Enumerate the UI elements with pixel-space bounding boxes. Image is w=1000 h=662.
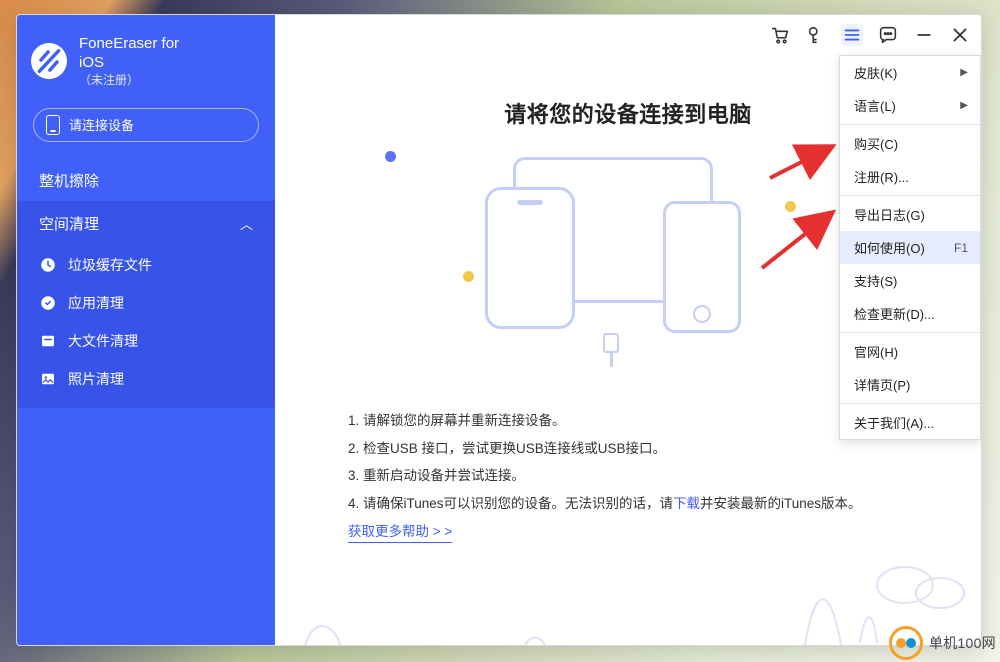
app-title-line1: FoneEraser for — [79, 35, 179, 54]
minimize-button[interactable] — [913, 24, 935, 46]
main-menu-dropdown: 皮肤(K) ▶ 语言(L) ▶ 购买(C) 注册(R)... 导出日志(G) 如何使用(O) F… — [839, 55, 981, 440]
menu-separator — [840, 403, 980, 404]
cart-icon[interactable] — [769, 24, 791, 46]
menu-item[interactable]: 语言(L) ▶ — [840, 89, 980, 122]
phone-outline — [663, 201, 741, 333]
menu-icon[interactable] — [841, 24, 863, 46]
sidebar-section-clean-label: 空间清理 — [39, 213, 99, 234]
menu-item-label: 检查更新(D)... — [854, 304, 935, 323]
app-reg-status: （未注册） — [79, 73, 179, 88]
sidebar-section-erase[interactable]: 整机擦除 — [17, 160, 275, 201]
troubleshoot-steps: 1. 请解锁您的屏幕并重新连接设备。 2. 检查USB 接口，尝试更换USB连接… — [348, 407, 908, 545]
more-help-link[interactable]: 获取更多帮助 > > — [348, 523, 452, 543]
menu-item[interactable]: 导出日志(G) — [840, 198, 980, 231]
menu-item[interactable]: 官网(H) — [840, 335, 980, 368]
device-illustration — [433, 153, 823, 363]
feedback-icon[interactable] — [877, 24, 899, 46]
app-logo-row: FoneEraser for iOS （未注册） — [17, 27, 275, 102]
decorative-dot — [785, 201, 796, 212]
menu-item[interactable]: 详情页(P) — [840, 368, 980, 401]
step-2: 2. 检查USB 接口，尝试更换USB连接线或USB接口。 — [348, 435, 908, 463]
chevron-up-icon: ︿ — [240, 214, 253, 233]
menu-item-label: 购买(C) — [854, 134, 898, 153]
menu-item[interactable]: 注册(R)... — [840, 160, 980, 193]
photo-icon — [39, 370, 57, 388]
menu-item[interactable]: 支持(S) — [840, 264, 980, 297]
menu-item-label: 导出日志(G) — [854, 205, 925, 224]
step-1: 1. 请解锁您的屏幕并重新连接设备。 — [348, 407, 908, 435]
sidebar-item-label: 垃圾缓存文件 — [68, 255, 152, 275]
menu-item-label: 注册(R)... — [854, 167, 909, 186]
menu-separator — [840, 124, 980, 125]
menu-item[interactable]: 如何使用(O) F1 — [840, 231, 980, 264]
cable-icon — [593, 333, 629, 365]
menu-separator — [840, 195, 980, 196]
submenu-arrow-icon: ▶ — [960, 67, 968, 78]
sidebar-item-app-clean[interactable]: 应用清理 — [17, 284, 275, 322]
menu-item-label: 皮肤(K) — [854, 63, 897, 82]
submenu-arrow-icon: ▶ — [960, 100, 968, 111]
menu-item[interactable]: 皮肤(K) ▶ — [840, 56, 980, 89]
menu-item-label: 如何使用(O) — [854, 238, 925, 257]
menu-item-shortcut: F1 — [944, 241, 968, 255]
decorative-dot — [385, 151, 396, 162]
sidebar-item-label: 照片清理 — [68, 369, 124, 389]
sidebar: FoneEraser for iOS （未注册） 请连接设备 整机擦除 空间清理… — [17, 15, 275, 645]
app-title-block: FoneEraser for iOS （未注册） — [79, 35, 179, 88]
sidebar-clean-items: 垃圾缓存文件 应用清理 大文件清理 — [17, 246, 275, 408]
watermark-logo-icon — [889, 626, 923, 660]
watermark-text: 单机100网 — [929, 633, 996, 653]
menu-item-label: 语言(L) — [854, 96, 896, 115]
clock-icon — [39, 256, 57, 274]
app-title-line2: iOS — [79, 54, 179, 73]
connect-device-button[interactable]: 请连接设备 — [33, 108, 259, 142]
menu-item[interactable]: 关于我们(A)... — [840, 406, 980, 439]
menu-separator — [840, 332, 980, 333]
sidebar-item-label: 大文件清理 — [68, 331, 138, 351]
menu-item-label: 支持(S) — [854, 271, 897, 290]
sidebar-section-clean-header[interactable]: 空间清理 ︿ — [17, 201, 275, 246]
file-box-icon — [39, 332, 57, 350]
key-icon[interactable] — [805, 24, 827, 46]
sidebar-item-junk[interactable]: 垃圾缓存文件 — [17, 246, 275, 284]
menu-item[interactable]: 检查更新(D)... — [840, 297, 980, 330]
menu-item-label: 详情页(P) — [854, 375, 910, 394]
watermark: 单机100网 — [889, 626, 996, 660]
phone-outline — [485, 187, 575, 329]
step-4: 4. 请确保iTunes可以识别您的设备。无法识别的话，请下载并安装最新的iTu… — [348, 490, 908, 518]
step-3: 3. 重新启动设备并尝试连接。 — [348, 462, 908, 490]
main-pane: 请将您的设备连接到电脑 1. 请解锁您的屏幕并重新连接设备。 2. 检查USB … — [275, 15, 981, 645]
sidebar-item-large-files[interactable]: 大文件清理 — [17, 322, 275, 360]
titlebar — [275, 15, 981, 55]
app-logo-icon — [27, 39, 71, 83]
download-link[interactable]: 下载 — [673, 496, 700, 511]
phone-icon — [46, 115, 60, 135]
decorative-dot — [463, 271, 474, 282]
menu-item-label: 关于我们(A)... — [854, 413, 934, 432]
close-button[interactable] — [949, 24, 971, 46]
connect-device-label: 请连接设备 — [69, 115, 134, 134]
menu-item[interactable]: 购买(C) — [840, 127, 980, 160]
app-window: FoneEraser for iOS （未注册） 请连接设备 整机擦除 空间清理… — [16, 14, 982, 646]
sidebar-item-photo-clean[interactable]: 照片清理 — [17, 360, 275, 398]
sidebar-item-label: 应用清理 — [68, 293, 124, 313]
app-clean-icon — [39, 294, 57, 312]
menu-item-label: 官网(H) — [854, 342, 898, 361]
